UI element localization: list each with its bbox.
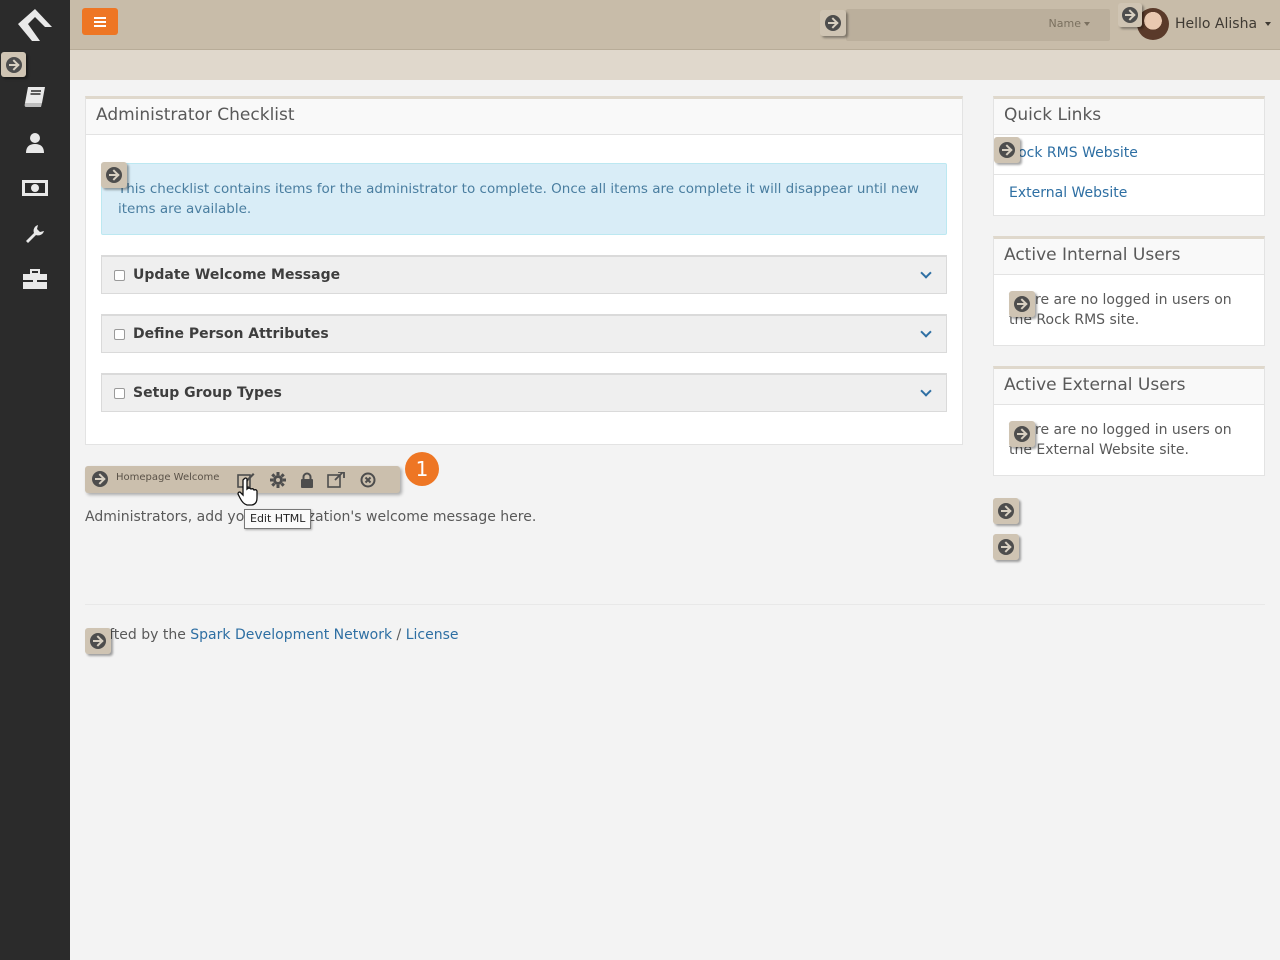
external-users-config-button[interactable] [1009, 421, 1035, 447]
quick-links-config-button[interactable] [994, 137, 1020, 163]
quick-link[interactable]: Rock RMS Website [994, 135, 1264, 175]
step-badge: 1 [405, 452, 439, 486]
administrator-checklist-panel: Administrator Checklist This checklist c… [85, 96, 963, 445]
footer-config-button[interactable] [85, 628, 111, 654]
login-config-button[interactable] [1118, 3, 1142, 27]
sidebar-config-button[interactable] [1, 52, 26, 77]
menu-toggle-button[interactable] [82, 8, 118, 35]
rock-logo-icon[interactable] [16, 7, 54, 43]
checklist-item[interactable]: Update Welcome Message [101, 255, 947, 294]
internal-users-config-button[interactable] [1009, 291, 1035, 317]
block-title: Homepage Welcome [116, 472, 220, 483]
hand-cursor-icon [237, 477, 258, 506]
edit-html-tooltip: Edit HTML [244, 509, 312, 529]
item-checkbox[interactable] [114, 387, 125, 399]
spark-link[interactable]: Spark Development Network [190, 627, 392, 643]
money-icon[interactable] [21, 176, 49, 200]
close-icon[interactable] [359, 471, 377, 489]
item-checkbox[interactable] [114, 328, 125, 340]
search-input[interactable]: Name [846, 9, 1110, 41]
checklist-item[interactable]: Setup Group Types [101, 373, 947, 412]
quick-links-panel: Quick Links Rock RMS Website External We… [993, 96, 1265, 216]
panel-title: Administrator Checklist [86, 99, 962, 135]
checklist-info-alert: This checklist contains items for the ad… [101, 163, 947, 235]
footer: Crafted by the Spark Development Network… [85, 627, 459, 643]
zone-config-button[interactable] [993, 534, 1019, 560]
user-menu[interactable]: Hello Alisha [1175, 16, 1271, 32]
footer-divider [85, 604, 1265, 605]
page-subheader [70, 50, 1280, 80]
search-filter-dropdown[interactable]: Name [1049, 17, 1090, 30]
gear-icon[interactable] [269, 471, 287, 489]
license-link[interactable]: License [406, 627, 459, 643]
block-move-button[interactable] [87, 466, 113, 492]
briefcase-icon[interactable] [21, 267, 49, 291]
person-icon[interactable] [21, 131, 49, 155]
panel-title: Quick Links [994, 99, 1264, 135]
checklist-item[interactable]: Define Person Attributes [101, 314, 947, 353]
footer-separator: / [392, 627, 406, 643]
checklist-config-button[interactable] [101, 162, 127, 188]
book-icon[interactable] [21, 85, 49, 109]
sidebar [0, 0, 70, 960]
search-config-button[interactable] [820, 10, 846, 36]
panel-title: Active Internal Users [994, 239, 1264, 275]
chevron-down-icon[interactable] [920, 267, 932, 279]
checklist-item-label: Setup Group Types [133, 385, 282, 401]
hamburger-icon [94, 16, 106, 27]
external-link-icon[interactable] [327, 471, 345, 489]
chevron-down-icon[interactable] [920, 385, 932, 397]
quick-link[interactable]: External Website [994, 175, 1264, 215]
checklist-item-label: Update Welcome Message [133, 267, 341, 283]
checklist-item-label: Define Person Attributes [133, 326, 329, 342]
item-checkbox[interactable] [114, 269, 125, 281]
lock-icon[interactable] [298, 471, 316, 489]
chevron-down-icon[interactable] [920, 326, 932, 338]
panel-title: Active External Users [994, 369, 1264, 405]
wrench-icon[interactable] [21, 222, 49, 246]
zone-config-button[interactable] [993, 498, 1019, 524]
